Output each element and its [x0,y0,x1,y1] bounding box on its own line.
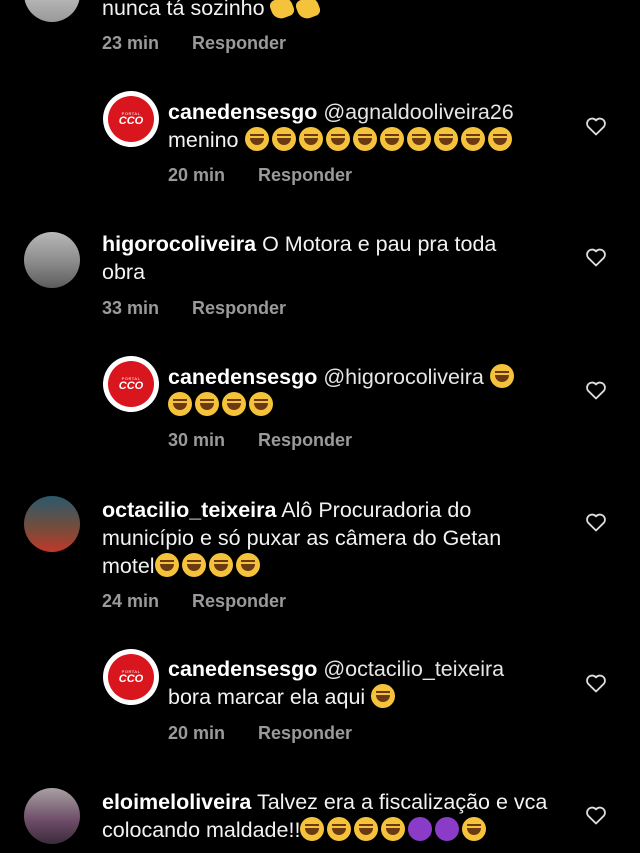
grin-emoji-icon [208,553,233,577]
avatar-cco-text: CCO [118,380,144,392]
grin-emoji-icon [168,392,192,416]
mention-link[interactable]: @higorocoliveira [323,365,483,389]
heart-outline-icon[interactable] [584,803,608,827]
avatar[interactable] [24,496,80,552]
grin-emoji-icon [222,392,246,416]
reply-button[interactable]: Responder [192,591,286,611]
avatar[interactable]: PORTAL CCO [103,356,159,412]
timestamp: 20 min [168,723,226,743]
comment-meta: 20 min Responder [168,721,352,745]
avatar[interactable] [24,0,80,22]
comment-meta: 24 min Responder [102,589,286,613]
comment-body: nunca tá sozinho [102,0,265,20]
comment-text: canedensesgo @octacilio_teixeira bora ma… [168,655,568,711]
comment-text: canedensesgo @higorocoliveira [168,363,568,419]
grin-emoji-icon [325,127,350,151]
comment-meta: 20 min Responder [168,163,352,187]
grin-emoji-icon [181,553,206,577]
comment-text: nunca tá sozinho [102,0,323,22]
avatar[interactable]: PORTAL CCO [103,91,159,147]
grin-emoji-icon [489,364,514,388]
timestamp: 23 min [102,33,160,53]
comment-meta: 33 min Responder [102,296,286,320]
comment-username[interactable]: canedensesgo [168,365,317,389]
reply-button[interactable]: Responder [258,165,352,185]
grin-emoji-icon [244,127,269,151]
grin-emoji-icon [406,127,431,151]
grin-emoji-icon [327,817,352,841]
avatar-cco-text: CCO [118,115,144,127]
comment-body: bora marcar ela aqui [168,685,366,709]
grin-emoji-icon [154,553,179,577]
grin-emoji-icon [235,553,260,577]
comment-username[interactable]: canedensesgo [168,657,317,681]
grin-emoji-icon [354,817,379,841]
clap-emoji-icon [267,0,296,22]
grin-emoji-icon [433,127,458,151]
heart-outline-icon[interactable] [584,378,608,402]
devil-emoji-icon [408,817,433,841]
timestamp: 24 min [102,591,160,611]
mention-link[interactable]: @octacilio_teixeira [323,657,504,681]
grin-emoji-icon [460,127,485,151]
grin-emoji-icon [371,684,396,708]
grin-emoji-icon [379,127,404,151]
avatar-cco-text: CCO [118,673,144,685]
grin-emoji-icon [462,817,487,841]
heart-outline-icon[interactable] [584,671,608,695]
reply-button[interactable]: Responder [258,723,352,743]
comment-meta: 23 min Responder [102,31,286,55]
grin-emoji-icon [195,392,219,416]
timestamp: 30 min [168,430,226,450]
comment-text: eloimeloliveira Talvez era a fiscalizaçã… [102,788,572,844]
comment-username[interactable]: eloimeloliveira [102,790,251,814]
comment-body: menino [168,128,239,152]
comments-feed: nunca tá sozinho 23 min Responder PORTAL… [0,0,640,853]
grin-emoji-icon [381,817,406,841]
comment-text: octacilio_teixeira Alô Procuradoria do m… [102,496,552,580]
timestamp: 20 min [168,165,226,185]
clap-emoji-icon [293,0,322,22]
reply-button[interactable]: Responder [192,298,286,318]
heart-outline-icon[interactable] [584,510,608,534]
heart-outline-icon[interactable] [584,114,608,138]
timestamp: 33 min [102,298,160,318]
comment-text: higorocoliveira O Motora e pau pra toda … [102,230,542,286]
comment-username[interactable]: higorocoliveira [102,232,256,256]
grin-emoji-icon [352,127,377,151]
grin-emoji-icon [487,127,512,151]
grin-emoji-icon [300,817,325,841]
avatar[interactable] [24,232,80,288]
grin-emoji-icon [249,392,273,416]
devil-emoji-icon [435,817,460,841]
avatar[interactable]: PORTAL CCO [103,649,159,705]
comment-username[interactable]: canedensesgo [168,100,317,124]
comment-meta: 30 min Responder [168,428,352,452]
avatar[interactable] [24,788,80,844]
reply-button[interactable]: Responder [258,430,352,450]
reply-button[interactable]: Responder [192,33,286,53]
comment-text: canedensesgo @agnaldooliveira26 menino [168,98,568,154]
comment-username[interactable]: octacilio_teixeira [102,498,276,522]
heart-outline-icon[interactable] [584,245,608,269]
grin-emoji-icon [271,127,296,151]
mention-link[interactable]: @agnaldooliveira26 [323,100,513,124]
grin-emoji-icon [298,127,323,151]
